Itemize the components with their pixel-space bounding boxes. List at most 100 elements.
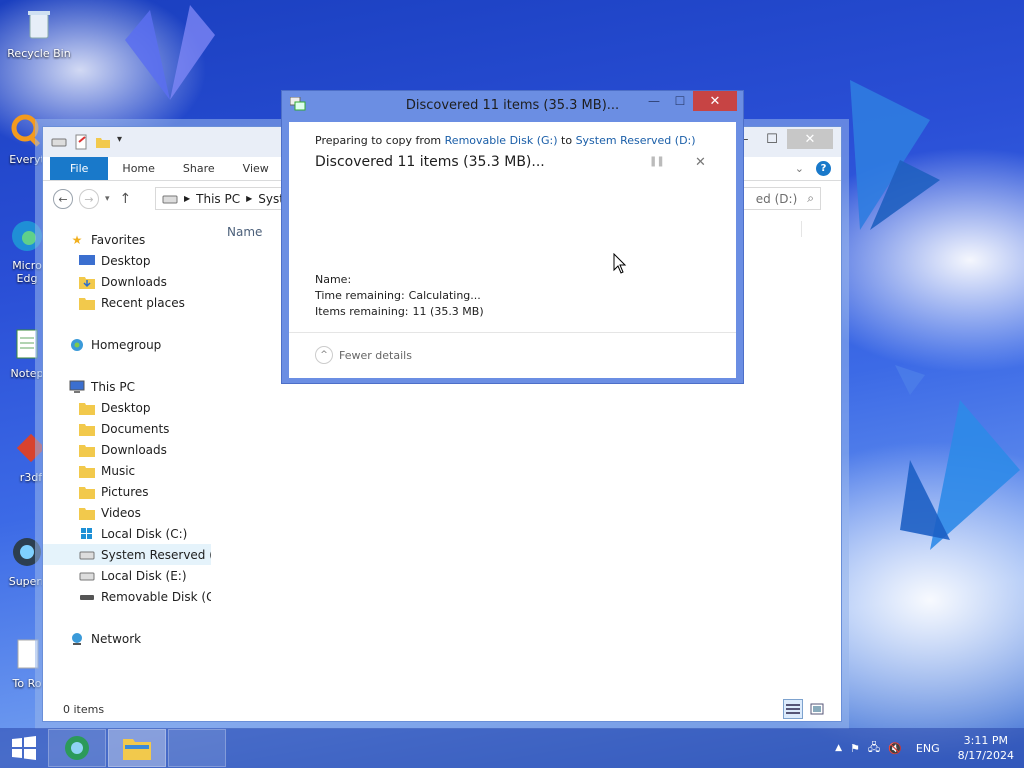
tab-home[interactable]: Home [108,157,168,180]
show-hidden-icons-icon[interactable]: ▲ [835,743,842,753]
breadcrumb-separator-icon: ▶ [184,194,191,203]
copy-details: Name: Time remaining: Calculating... Item… [315,272,488,320]
network-icon [69,632,85,646]
tab-view[interactable]: View [229,157,283,180]
recycle-bin-icon [28,11,50,39]
windows-logo-icon [12,736,36,760]
tab-file[interactable]: File [50,157,109,180]
nav-homegroup[interactable]: Homegroup [43,334,211,355]
dialog-title: Discovered 11 items (35.3 MB)... [405,98,620,113]
column-header-name[interactable]: Name [227,225,262,239]
expand-ribbon-icon[interactable]: ⌄ [795,162,804,175]
copy-icon [290,97,306,111]
close-button[interactable]: ✕ [787,129,833,149]
properties-icon[interactable] [73,134,89,150]
volume-muted-icon[interactable]: 🔇 [888,742,902,755]
start-button[interactable] [0,728,48,768]
breadcrumb-this-pc[interactable]: This PC [196,192,240,206]
cancel-icon[interactable]: ✕ [695,155,706,170]
removable-drive-icon [79,590,95,604]
status-bar: 0 items [43,697,841,721]
file-explorer-icon [123,739,151,760]
nav-recent-places[interactable]: Recent places [43,292,211,313]
folder-icon [79,401,95,415]
nav-system-reserved-d[interactable]: System Reserved (D: [43,544,211,565]
divider [289,332,736,333]
folder-icon [79,506,95,520]
details-view-icon[interactable] [783,699,803,719]
nav-pc-desktop[interactable]: Desktop [43,397,211,418]
large-icons-view-icon[interactable] [807,699,827,719]
folder-icon [79,443,95,457]
browser-icon [65,736,89,760]
downloads-folder-icon [79,275,95,289]
desktop-icon-recycle-bin[interactable]: Recycle Bin [0,6,78,60]
system-tray: ▲ ⚑ 🖧 🔇 ENG 3:11 PM 8/17/2024 [835,728,1014,768]
nav-removable-disk-g[interactable]: Removable Disk (G:) [43,586,211,607]
taskbar-app-browser[interactable] [48,729,106,767]
maximize-button[interactable]: ☐ [667,91,693,111]
homegroup-icon [69,338,85,352]
folder-icon [79,422,95,436]
nav-pc-downloads[interactable]: Downloads [43,439,211,460]
mouse-cursor-icon [613,253,627,274]
nav-favorites[interactable]: ★ Favorites [43,229,211,250]
document-icon [17,639,39,669]
new-folder-icon[interactable] [95,134,111,150]
minimize-button[interactable]: — [641,91,667,111]
folder-icon [79,464,95,478]
fewer-details-button[interactable]: ^ Fewer details [315,346,412,364]
back-button[interactable]: ← [53,189,73,209]
clock[interactable]: 3:11 PM 8/17/2024 [958,733,1014,763]
nav-videos[interactable]: Videos [43,502,211,523]
navigation-pane: ★ Favorites Desktop Downloads Recent plac… [43,229,211,697]
star-icon: ★ [71,232,83,247]
dialog-window-controls: — ☐ ✕ [641,91,737,111]
nav-this-pc[interactable]: This PC [43,376,211,397]
maximize-button[interactable]: ☐ [757,129,787,149]
dialog-body: Preparing to copy from Removable Disk (G… [289,122,736,378]
nav-downloads[interactable]: Downloads [43,271,211,292]
search-placeholder: ed (D:) [755,191,798,206]
time-remaining-value: Calculating... [408,289,481,302]
nav-local-disk-e[interactable]: Local Disk (E:) [43,565,211,586]
copy-route: Preparing to copy from Removable Disk (G… [315,134,696,147]
taskbar: ▲ ⚑ 🖧 🔇 ENG 3:11 PM 8/17/2024 [0,728,1024,768]
forward-button[interactable]: → [79,189,99,209]
action-center-flag-icon[interactable]: ⚑ [850,742,860,755]
windows-drive-icon [79,527,95,541]
destination-link[interactable]: System Reserved (D:) [576,134,696,147]
taskbar-app-file-explorer[interactable] [108,729,166,767]
app-icon [13,538,41,566]
edge-icon [12,221,42,251]
nav-desktop[interactable]: Desktop [43,250,211,271]
drive-icon [162,195,178,203]
tab-share[interactable]: Share [169,157,229,180]
butterfly-decoration [125,5,215,100]
quick-access-toolbar: ▾ [51,134,133,150]
network-status-icon[interactable]: 🖧 [868,739,880,758]
butterfly-decoration [900,400,1020,550]
help-icon[interactable]: ? [816,161,831,176]
pause-button[interactable]: ❚❚ [649,156,665,167]
close-button[interactable]: ✕ [693,91,737,111]
desktop-icon [79,254,95,268]
source-link[interactable]: Removable Disk (G:) [445,134,558,147]
nav-documents[interactable]: Documents [43,418,211,439]
nav-local-disk-c[interactable]: Local Disk (C:) [43,523,211,544]
nav-pictures[interactable]: Pictures [43,481,211,502]
recent-locations-icon[interactable]: ▾ [105,194,110,204]
search-icon[interactable]: ⌕ [807,191,814,206]
drive-icon[interactable] [51,134,67,150]
column-divider[interactable] [801,221,802,237]
chevron-down-icon[interactable]: ▾ [117,134,133,150]
name-label: Name: [315,273,352,286]
clock-date: 8/17/2024 [957,749,1014,762]
nav-music[interactable]: Music [43,460,211,481]
taskbar-app-copy-dialog[interactable] [168,729,226,767]
input-language[interactable]: ENG [916,742,940,755]
nav-network[interactable]: Network [43,628,211,649]
butterfly-decoration [895,365,925,395]
up-button[interactable]: ↑ [120,191,132,207]
breadcrumb-separator-icon: ▶ [246,194,253,203]
